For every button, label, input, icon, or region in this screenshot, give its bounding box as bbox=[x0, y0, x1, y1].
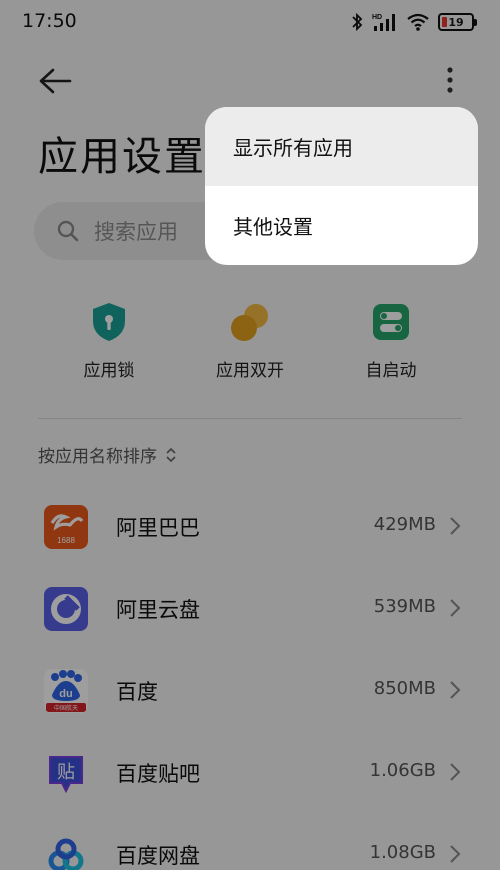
menu-item-other-settings[interactable]: 其他设置 bbox=[205, 186, 478, 265]
menu-item-show-all-apps[interactable]: 显示所有应用 bbox=[205, 107, 478, 186]
options-menu: 显示所有应用 其他设置 bbox=[205, 107, 478, 265]
battery-level: 19 bbox=[448, 15, 464, 29]
